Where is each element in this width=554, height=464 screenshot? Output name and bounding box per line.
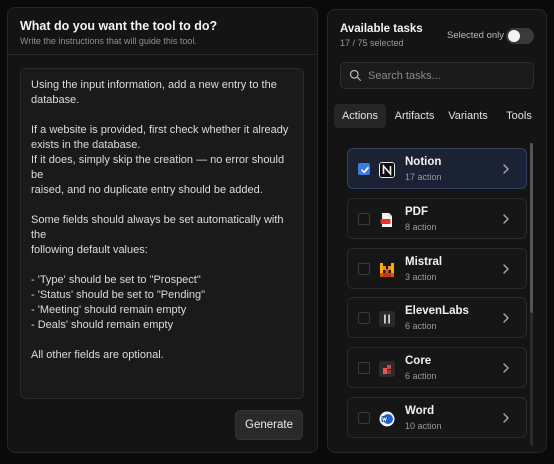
instruction-line [31,258,293,273]
task-checkbox[interactable] [358,362,370,374]
task-item-notion[interactable]: Notion 17 action [347,148,527,189]
selected-only-toggle[interactable] [506,28,534,44]
task-list-scrollbar[interactable] [530,143,533,446]
word-icon [379,411,395,427]
task-action-count: 6 action [405,371,437,381]
task-item-word[interactable]: Word 10 action [347,397,527,438]
chevron-right-icon [503,313,509,323]
scrollbar-thumb[interactable] [530,143,533,313]
tasks-panel: Available tasks 17 / 75 selected Selecte… [327,9,547,453]
instruction-line [31,108,293,123]
task-item-core[interactable]: Core 6 action [347,347,527,388]
tab-variants[interactable]: Variants [444,104,492,128]
task-checkbox[interactable] [358,412,370,424]
core-icon [379,361,395,377]
elevenlabs-icon [379,311,395,327]
instruction-line [31,198,293,213]
toggle-knob [508,30,520,42]
search-box[interactable] [340,62,534,89]
checkmark-icon [361,167,369,174]
task-name: Mistral [405,256,443,268]
instruction-line: Using the input information, add a new e… [31,79,277,91]
chevron-right-icon [503,363,509,373]
instruction-line: Some fields should always be set automat… [31,214,287,241]
instruction-line: following default values: [31,244,148,256]
tab-tools[interactable]: Tools [502,104,536,128]
task-action-count: 6 action [405,321,437,331]
task-checkbox[interactable] [358,312,370,324]
task-item-mistral[interactable]: Mistral 3 action [347,248,527,289]
instructions-editor[interactable]: Using the input information, add a new e… [20,68,304,399]
chevron-right-icon [503,264,509,274]
tab-actions[interactable]: Actions [334,104,386,128]
task-checkbox[interactable] [358,163,370,175]
instruction-line: If a website is provided, first check wh… [31,124,289,136]
search-icon [349,69,361,81]
task-name: Core [405,355,432,367]
chevron-right-icon [503,214,509,224]
search-input[interactable] [368,63,528,88]
instruction-line: - 'Type' should be set to "Prospect" [31,274,201,286]
pdf-icon [380,213,392,227]
instruction-line: All other fields are optional. [31,349,164,361]
tasks-selected-count: 17 / 75 selected [340,38,404,48]
instructions-title: What do you want the tool to do? [20,19,218,33]
tab-artifacts[interactable]: Artifacts [389,104,440,128]
chevron-right-icon [503,164,509,174]
instruction-line: - 'Meeting' should remain empty [31,304,187,316]
instruction-line: raised, and no duplicate entry should be… [31,184,263,196]
instruction-line: exists in the database. [31,139,141,151]
task-tabs: Actions Artifacts Variants Tools [334,104,546,128]
mistral-icon [380,263,394,277]
instruction-line: - Deals' should remain empty [31,319,174,331]
task-action-count: 3 action [405,272,437,282]
instruction-line: - 'Status' should be set to "Pending" [31,289,206,301]
task-checkbox[interactable] [358,213,370,225]
tasks-title: Available tasks [340,23,423,35]
selected-only-label: Selected only [447,30,505,41]
task-name: PDF [405,206,428,218]
notion-icon [379,162,395,178]
task-action-count: 8 action [405,222,437,232]
instructions-subtitle: Write the instructions that will guide t… [20,36,197,46]
chevron-right-icon [503,413,509,423]
instruction-line: database. [31,94,80,106]
task-name: Notion [405,156,442,168]
instructions-header: What do you want the tool to do? Write t… [8,8,317,55]
instruction-line: If it does, simply skip the creation — n… [31,154,288,181]
instruction-line [31,333,293,348]
task-item-elevenlabs[interactable]: ElevenLabs 6 action [347,297,527,338]
task-action-count: 10 action [405,421,442,431]
task-name: ElevenLabs [405,305,469,317]
task-item-pdf[interactable]: PDF 8 action [347,198,527,239]
task-action-count: 17 action [405,172,442,182]
task-checkbox[interactable] [358,263,370,275]
task-name: Word [405,405,435,417]
instructions-panel: What do you want the tool to do? Write t… [7,7,318,453]
generate-button[interactable]: Generate [235,410,303,440]
